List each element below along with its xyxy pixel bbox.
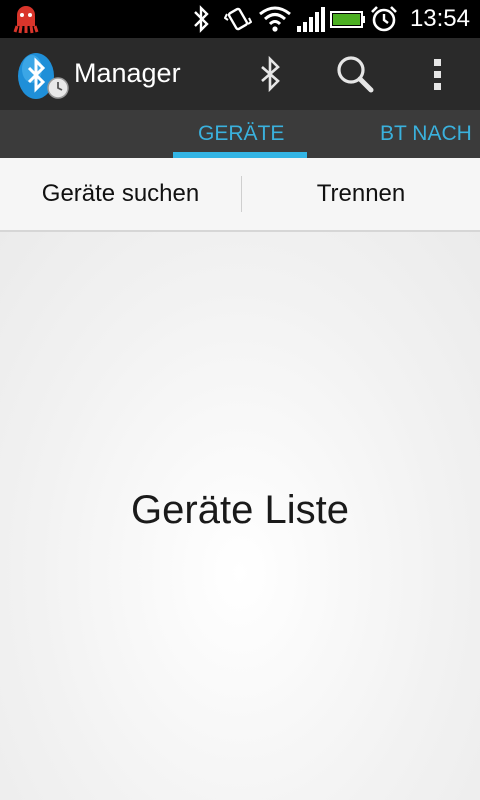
search-icon[interactable] (330, 50, 378, 98)
app-title: Manager (74, 58, 181, 88)
bluetooth-icon (194, 5, 209, 33)
status-bar: 13:54 (0, 0, 480, 38)
overflow-menu-icon[interactable] (414, 50, 462, 98)
action-bar: Manager (0, 38, 480, 110)
device-list-area[interactable]: Geräte Liste (0, 232, 480, 800)
battery-icon (330, 11, 365, 28)
disconnect-button[interactable]: Trennen (242, 158, 480, 230)
wifi-icon (259, 6, 291, 32)
device-list-placeholder: Geräte Liste (131, 488, 349, 532)
clock: 13:54 (409, 5, 470, 32)
bluetooth-icon[interactable] (246, 50, 294, 98)
search-devices-button[interactable]: Geräte suchen (0, 158, 241, 230)
bluetooth-app-icon[interactable] (16, 51, 70, 101)
button-divider (241, 176, 242, 212)
notification-octopus-icon (13, 6, 39, 34)
tab-devices[interactable]: GERÄTE (198, 110, 284, 158)
tab-bt-messages[interactable]: BT NACH (380, 110, 472, 158)
tab-bar: GERÄTE BT NACH (0, 110, 480, 158)
vibrate-icon (224, 7, 252, 31)
alarm-icon (371, 6, 397, 32)
action-button-row: Geräte suchen Trennen (0, 158, 480, 232)
signal-icon (297, 7, 325, 32)
